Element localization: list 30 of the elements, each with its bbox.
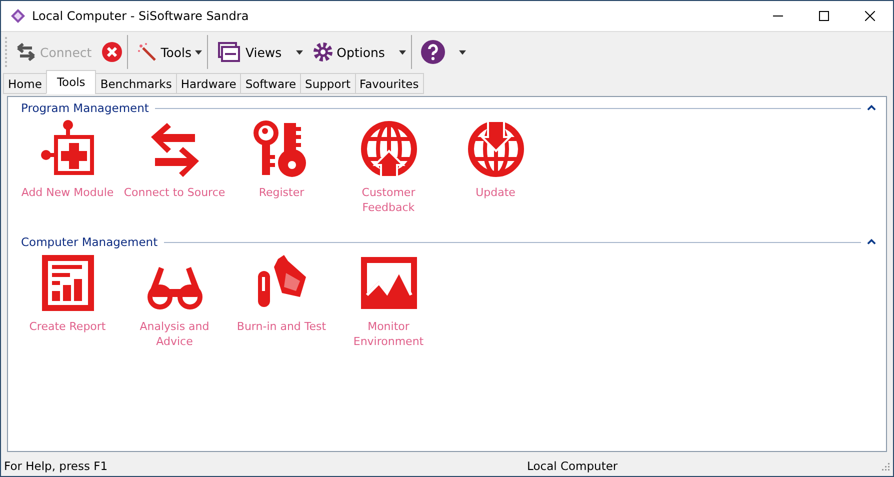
tab[interactable]: Home: [3, 73, 47, 94]
gear-icon: [312, 42, 333, 62]
tab[interactable]: Benchmarks: [95, 73, 177, 94]
collapse-icon[interactable]: [867, 104, 876, 112]
globe-down-icon[interactable]: [466, 119, 526, 179]
caret-icon: [296, 50, 303, 54]
tab[interactable]: Support: [300, 73, 356, 94]
section-title: Computer Management: [20, 235, 158, 249]
resize-grip-icon[interactable]: [880, 461, 890, 471]
tab[interactable]: Software: [240, 73, 302, 94]
caret-icon: [458, 50, 466, 54]
magic-wand-icon: [136, 42, 157, 62]
windows-icon: [217, 42, 242, 62]
options-menu-button[interactable]: Options: [308, 35, 412, 69]
tab[interactable]: Favourites: [354, 73, 424, 94]
caret-icon: [398, 50, 406, 54]
tab[interactable]: Hardware: [176, 73, 242, 94]
caret-icon: [195, 50, 202, 54]
collapse-icon[interactable]: [867, 238, 876, 246]
swap-arrows-icon: [16, 42, 36, 62]
window-title: Local Computer - SiSoftware Sandra: [32, 9, 249, 23]
status-text: Local Computer: [527, 459, 619, 473]
app-icon: [10, 8, 26, 24]
views-menu-button[interactable]: Views: [212, 35, 308, 69]
tab[interactable]: Tools: [46, 70, 96, 94]
status-text: For Help, press F1: [3, 459, 109, 473]
tools-menu-button[interactable]: Tools: [132, 35, 208, 69]
section-title: Program Management: [20, 101, 149, 115]
cancel-icon: [102, 42, 122, 62]
help-icon: [420, 40, 445, 64]
